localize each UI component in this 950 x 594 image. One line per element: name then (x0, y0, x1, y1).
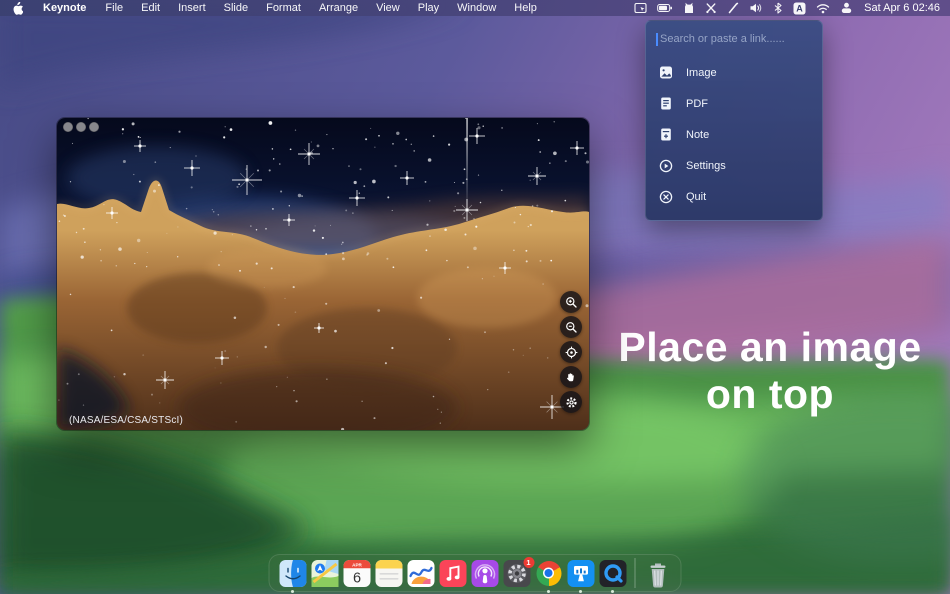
dock-item-trash[interactable] (644, 560, 671, 587)
screenshot-icon[interactable] (629, 2, 652, 14)
scissors-icon[interactable] (700, 2, 722, 14)
menu-help[interactable]: Help (505, 2, 546, 14)
desktop-headline: Place an image on top (595, 324, 945, 418)
menu-bar: Keynote File Edit Insert Slide Format Ar… (0, 0, 950, 16)
menu-view[interactable]: View (367, 2, 409, 14)
dock-item-keynote[interactable] (567, 559, 594, 587)
window-controls (63, 122, 99, 132)
menu-insert[interactable]: Insert (169, 2, 215, 14)
settings-icon (659, 159, 673, 173)
menu-item-settings[interactable]: Settings (646, 150, 822, 181)
text-caret (656, 32, 658, 46)
zoom-button[interactable] (89, 122, 99, 132)
cat-icon[interactable] (678, 2, 700, 14)
headline-line1: Place an image (618, 324, 922, 370)
dock: APR 6 1 (268, 554, 682, 592)
dock-item-music[interactable] (439, 559, 466, 587)
volume-icon[interactable] (744, 2, 768, 14)
gear-button[interactable] (560, 391, 582, 413)
dock-item-chrome[interactable] (535, 560, 562, 587)
menu-arrange[interactable]: Arrange (310, 2, 367, 14)
image-credit-caption: (NASA/ESA/CSA/STScI) (69, 415, 184, 426)
zoom-in-button[interactable] (560, 291, 582, 313)
chrome-logo (536, 560, 561, 586)
zoom-out-button[interactable] (560, 316, 582, 338)
dock-item-quicktime[interactable] (599, 559, 626, 587)
dock-item-notes[interactable] (375, 559, 402, 587)
dock-item-maps[interactable] (311, 559, 338, 587)
menu-item-label: PDF (686, 97, 708, 110)
menu-item-image[interactable]: Image (646, 57, 822, 88)
input-source-icon[interactable]: A (788, 2, 811, 15)
menu-item-quit[interactable]: Quit (646, 181, 822, 212)
active-app-name[interactable]: Keynote (33, 2, 96, 14)
menu-item-pdf[interactable]: PDF (646, 88, 822, 119)
wifi-icon[interactable] (811, 3, 835, 14)
minimize-button[interactable] (76, 122, 86, 132)
svg-text:A: A (796, 3, 803, 13)
dock-separator (634, 558, 636, 588)
wand-icon[interactable] (722, 2, 744, 14)
menu-item-label: Settings (686, 159, 726, 172)
pan-hand-button[interactable] (560, 366, 582, 388)
quit-icon (659, 190, 673, 204)
svg-text:6: 6 (352, 570, 360, 586)
close-button[interactable] (63, 122, 73, 132)
menu-slide[interactable]: Slide (215, 2, 257, 14)
headline-line2: on top (705, 371, 835, 417)
note-icon (659, 128, 673, 141)
menu-item-label: Note (686, 128, 710, 141)
menu-item-note[interactable]: Note (646, 119, 822, 150)
menu-item-label: Quit (686, 190, 707, 203)
menu-format[interactable]: Format (257, 2, 310, 14)
image-icon (659, 66, 673, 79)
menu-item-label: Image (686, 66, 717, 79)
dock-item-podcasts[interactable] (471, 559, 498, 587)
viewer-toolbar (560, 291, 582, 413)
menu-play[interactable]: Play (409, 2, 448, 14)
search-placeholder: Search or paste a link...... (660, 33, 785, 45)
menu-bar-clock[interactable]: Sat Apr 6 02:46 (858, 2, 950, 14)
dropdown-menu-panel: Search or paste a link...... Image PDF N… (645, 20, 823, 221)
bluetooth-icon[interactable] (768, 2, 788, 14)
user-switch-icon[interactable] (835, 2, 858, 14)
reset-zoom-button[interactable] (560, 341, 582, 363)
menu-file[interactable]: File (96, 2, 132, 14)
menu-edit[interactable]: Edit (132, 2, 169, 14)
pdf-icon (659, 97, 673, 110)
dock-item-calendar[interactable]: APR 6 (343, 559, 370, 587)
dock-item-system-settings[interactable]: 1 (503, 556, 534, 587)
dock-item-freeform[interactable] (407, 559, 434, 587)
svg-text:APR: APR (352, 562, 362, 567)
apple-menu-icon[interactable] (0, 1, 33, 15)
search-input[interactable]: Search or paste a link...... (656, 29, 812, 49)
notification-badge: 1 (523, 556, 534, 568)
dock-item-finder[interactable] (279, 559, 306, 587)
battery-icon[interactable] (652, 2, 678, 14)
image-viewer-window[interactable]: (NASA/ESA/CSA/STScI) (57, 118, 589, 430)
menu-window[interactable]: Window (448, 2, 505, 14)
nebula-image (57, 118, 589, 430)
